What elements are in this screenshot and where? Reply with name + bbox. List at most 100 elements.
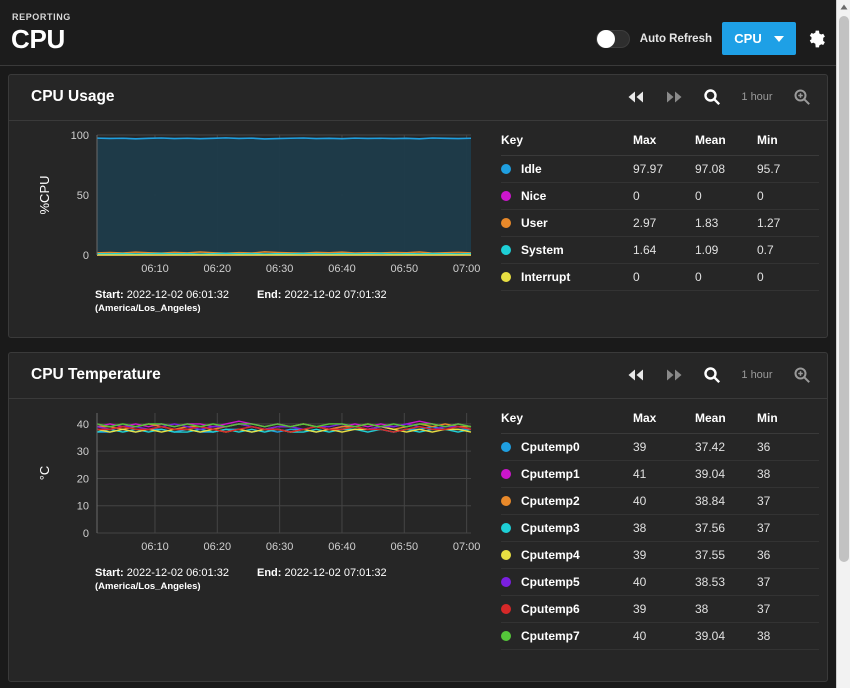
- chevron-up-icon: [840, 4, 848, 10]
- end-value: 2022-12-02 07:01:32: [284, 289, 387, 301]
- gear-icon[interactable]: [806, 29, 826, 49]
- legend-max-cell: 0: [633, 263, 695, 291]
- time-range-start: Start: 2022-12-02 06:01:32: [95, 289, 229, 301]
- legend-table-cpu-usage: Key Max Mean Min Idle 97.97 97.08 95.7 Nice 0…: [501, 129, 819, 291]
- legend-col-max: Max: [633, 129, 695, 156]
- legend-key-cell: Cputemp4: [501, 541, 633, 569]
- legend-row[interactable]: Nice 0 0 0: [501, 182, 819, 210]
- scroll-up-button[interactable]: [837, 0, 850, 14]
- panel-header-cpu-temperature: CPU Temperature 1 hour: [9, 353, 827, 399]
- x-axis-tick-label: 07:00: [453, 263, 481, 275]
- legend-mean-cell: 37.42: [695, 433, 757, 461]
- zoom-out-icon[interactable]: [701, 363, 723, 387]
- legend-min-cell: 0.7: [757, 236, 819, 264]
- legend-col-max: Max: [633, 407, 695, 434]
- legend-mean-cell: 38.53: [695, 568, 757, 596]
- time-range-end: End: 2022-12-02 07:01:32: [257, 567, 387, 579]
- legend-key-label: User: [521, 216, 548, 230]
- metric-dropdown[interactable]: CPU: [722, 22, 796, 55]
- y-axis-tick-label: 50: [77, 190, 89, 202]
- series-color-dot-icon: [501, 496, 511, 506]
- legend-row[interactable]: Cputemp6 39 38 37: [501, 595, 819, 623]
- app-root: REPORTING CPU Auto Refresh CPU CPU Usage: [0, 0, 850, 688]
- legend-row[interactable]: System 1.64 1.09 0.7: [501, 236, 819, 264]
- legend-mean-cell: 1.09: [695, 236, 757, 264]
- x-axis-tick-label: 06:40: [328, 541, 356, 553]
- x-axis-tick-label: 06:20: [204, 541, 232, 553]
- legend-max-cell: 40: [633, 622, 695, 650]
- legend-key-cell: Nice: [501, 182, 633, 210]
- legend-key-cell: Cputemp2: [501, 487, 633, 515]
- breadcrumb: REPORTING: [12, 12, 71, 22]
- legend-key-cell: Cputemp3: [501, 514, 633, 542]
- panel-title: CPU Usage: [31, 88, 115, 105]
- legend-key-label: Interrupt: [521, 270, 571, 284]
- chart-svg-cpu-temperature: 0 10 20 30 40 06:10 06:20 06:30 06:40 06:50 07:00 °…: [37, 413, 480, 553]
- legend-row[interactable]: Cputemp2 40 38.84 37: [501, 487, 819, 515]
- legend-key-label: Cputemp3: [521, 521, 580, 535]
- zoom-in-icon[interactable]: [791, 85, 813, 109]
- legend-table: Key Max Mean Min Cputemp0 39 37.42 36 Cputem…: [501, 407, 819, 650]
- legend-max-cell: 39: [633, 433, 695, 461]
- legend-key-cell: Cputemp1: [501, 460, 633, 488]
- legend-mean-cell: 1.83: [695, 209, 757, 237]
- legend-row[interactable]: Cputemp3 38 37.56 37: [501, 514, 819, 542]
- legend-mean-cell: 37.56: [695, 514, 757, 542]
- legend-body: Idle 97.97 97.08 95.7 Nice 0 0 0 User 2.97 1.83 1.2…: [501, 155, 819, 291]
- legend-key-cell: Idle: [501, 155, 633, 183]
- legend-key-cell: User: [501, 209, 633, 237]
- legend-min-cell: 36: [757, 433, 819, 461]
- legend-row[interactable]: Cputemp7 40 39.04 38: [501, 622, 819, 650]
- panel-toolbar: 1 hour: [625, 363, 813, 387]
- chart-cpu-temperature[interactable]: 0 10 20 30 40 06:10 06:20 06:30 06:40 06:50 07:00 °…: [23, 405, 493, 565]
- legend-max-cell: 41: [633, 460, 695, 488]
- legend-table-cpu-temperature: Key Max Mean Min Cputemp0 39 37.42 36 Cputem…: [501, 407, 819, 650]
- y-axis-tick-label: 100: [71, 130, 89, 142]
- legend-col-key: Key: [501, 129, 633, 156]
- start-value: 2022-12-02 06:01:32: [126, 567, 229, 579]
- auto-refresh-toggle[interactable]: [595, 29, 630, 48]
- series-line: [96, 137, 472, 140]
- series-color-dot-icon: [501, 577, 511, 587]
- page-scrollbar[interactable]: [836, 0, 850, 688]
- y-axis-tick-label: 20: [77, 473, 89, 485]
- start-label: Start:: [95, 567, 124, 579]
- zoom-in-icon[interactable]: [791, 363, 813, 387]
- legend-row[interactable]: Cputemp0 39 37.42 36: [501, 433, 819, 461]
- legend-max-cell: 40: [633, 568, 695, 596]
- legend-row[interactable]: Cputemp5 40 38.53 37: [501, 568, 819, 596]
- legend-key-label: Idle: [521, 162, 542, 176]
- legend-min-cell: 38: [757, 460, 819, 488]
- legend-key-cell: Interrupt: [501, 263, 633, 291]
- legend-mean-cell: 38.84: [695, 487, 757, 515]
- series-line: [96, 252, 472, 255]
- legend-mean-cell: 39.04: [695, 460, 757, 488]
- legend-min-cell: 37: [757, 568, 819, 596]
- fast-forward-icon[interactable]: [663, 85, 685, 109]
- scroll-thumb[interactable]: [839, 16, 849, 562]
- series-color-dot-icon: [501, 164, 511, 174]
- legend-row[interactable]: Interrupt 0 0 0: [501, 263, 819, 291]
- start-label: Start:: [95, 289, 124, 301]
- legend-max-cell: 40: [633, 487, 695, 515]
- panel-cpu-usage: CPU Usage 1 hour 0 50 100 06:10 06:20 06…: [8, 74, 828, 338]
- legend-col-key: Key: [501, 407, 633, 434]
- legend-row[interactable]: Idle 97.97 97.08 95.7: [501, 155, 819, 183]
- time-range-label: 1 hour: [741, 91, 773, 103]
- legend-row[interactable]: User 2.97 1.83 1.27: [501, 209, 819, 237]
- panel-body-cpu-usage: 0 50 100 06:10 06:20 06:30 06:40 06:50 07:00 %CPU…: [9, 121, 827, 337]
- chart-svg-cpu-usage: 0 50 100 06:10 06:20 06:30 06:40 06:50 07:00 %CPU: [37, 130, 481, 275]
- rewind-icon[interactable]: [625, 85, 647, 109]
- chart-cpu-usage[interactable]: 0 50 100 06:10 06:20 06:30 06:40 06:50 07:00 %CPU: [23, 127, 493, 287]
- series-color-dot-icon: [501, 550, 511, 560]
- legend-col-min: Min: [757, 129, 819, 156]
- legend-key-label: System: [521, 243, 564, 257]
- series-color-dot-icon: [501, 469, 511, 479]
- zoom-out-icon[interactable]: [701, 85, 723, 109]
- legend-key-label: Cputemp5: [521, 575, 580, 589]
- fast-forward-icon[interactable]: [663, 363, 685, 387]
- series-color-dot-icon: [501, 442, 511, 452]
- rewind-icon[interactable]: [625, 363, 647, 387]
- legend-row[interactable]: Cputemp4 39 37.55 36: [501, 541, 819, 569]
- legend-row[interactable]: Cputemp1 41 39.04 38: [501, 460, 819, 488]
